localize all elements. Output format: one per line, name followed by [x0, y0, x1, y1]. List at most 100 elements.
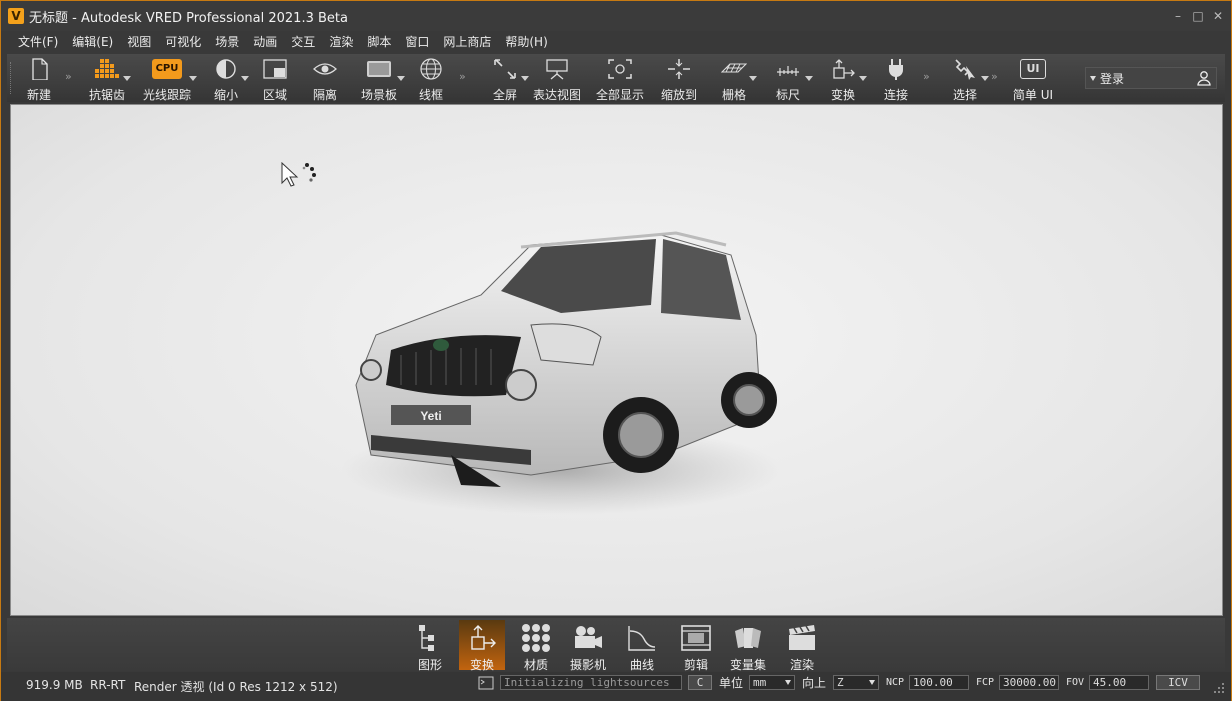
menu-view[interactable]: 视图: [120, 31, 158, 53]
ruler-dropdown-icon[interactable]: [805, 76, 813, 81]
grid-dropdown-icon[interactable]: [749, 76, 757, 81]
antialias-button[interactable]: 抗锯齿: [83, 54, 131, 102]
dock-camera[interactable]: 摄影机: [565, 620, 611, 672]
menu-interaction[interactable]: 交互: [284, 31, 322, 53]
presentation-easel-icon: [546, 59, 568, 80]
antialias-dropdown-icon[interactable]: [123, 76, 131, 81]
license-plate-text: Yeti: [420, 409, 441, 423]
menu-edit[interactable]: 编辑(E): [65, 31, 120, 53]
menu-file[interactable]: 文件(F): [11, 31, 65, 53]
raytracing-label: 光线跟踪: [142, 88, 191, 102]
transform-arrows-icon: [833, 59, 855, 79]
cpu-raytracing-icon: CPU: [152, 59, 182, 79]
region-button[interactable]: 区域: [255, 54, 295, 102]
region-icon: [263, 59, 287, 79]
curve-icon: [628, 626, 656, 651]
connect-label: 连接: [883, 88, 908, 102]
raytracing-dropdown-icon[interactable]: [189, 76, 197, 81]
fov-input[interactable]: 45.00: [1089, 675, 1149, 690]
raytracing-button[interactable]: CPU 光线跟踪: [137, 54, 197, 102]
select-cursor-icon: [955, 59, 975, 80]
transform-icon: [471, 625, 496, 650]
title-bar[interactable]: V 无标题 - Autodesk VRED Professional 2021.…: [1, 1, 1231, 31]
clapperboard-icon: [789, 625, 815, 650]
up-axis-label: 向上: [802, 676, 827, 690]
simple-ui-label: 简单 UI: [1012, 88, 1054, 102]
login-dropdown[interactable]: 登录: [1085, 67, 1217, 89]
simple-ui-button[interactable]: UI 简单 UI: [1007, 54, 1059, 102]
user-icon: [1197, 71, 1211, 86]
fov-label: FOV: [1066, 677, 1085, 688]
select-dropdown-icon[interactable]: [981, 76, 989, 81]
half-circle-icon: [216, 59, 236, 79]
minimize-icon[interactable]: –: [1171, 9, 1185, 23]
scene-plate-icon: [367, 61, 391, 77]
toolbar-grip[interactable]: [10, 62, 13, 94]
dock-render[interactable]: 渲染: [779, 620, 825, 672]
dock-curve-label: 曲线: [629, 658, 654, 672]
scene-panel-button[interactable]: 场景板: [353, 54, 405, 102]
fullscreen-label: 全屏: [492, 88, 517, 102]
unit-select[interactable]: mm: [749, 675, 795, 690]
dock-clip[interactable]: 剪辑: [673, 620, 719, 672]
scene-panel-dropdown-icon[interactable]: [397, 76, 405, 81]
transform-button[interactable]: 变换: [819, 54, 867, 102]
dock-transform[interactable]: 变换: [459, 620, 505, 672]
up-axis-select[interactable]: Z: [833, 675, 879, 690]
select-label: 选择: [952, 88, 977, 102]
menu-scene[interactable]: 场景: [208, 31, 246, 53]
menu-help[interactable]: 帮助(H): [498, 31, 554, 53]
login-chevron-down-icon: [1090, 75, 1096, 81]
new-button[interactable]: 新建: [21, 54, 57, 102]
fcp-label: FCP: [976, 677, 995, 688]
grid-plane-icon: [721, 63, 747, 73]
presentation-button[interactable]: 表达视图: [531, 54, 583, 102]
select-button[interactable]: 选择: [941, 54, 989, 102]
ruler-label: 标尺: [775, 88, 800, 102]
ui-badge-icon: UI: [1020, 59, 1046, 79]
menu-online-store[interactable]: 网上商店: [436, 31, 498, 53]
zoom-to-button[interactable]: 缩放到: [655, 54, 703, 102]
transform-dropdown-icon[interactable]: [859, 76, 867, 81]
fullscreen-dropdown-icon[interactable]: [521, 76, 529, 81]
dock-variant-set[interactable]: 变量集: [725, 620, 771, 672]
menu-animation[interactable]: 动画: [246, 31, 284, 53]
car-model: Yeti: [341, 231, 781, 515]
menu-bar: 文件(F) 编辑(E) 视图 可视化 场景 动画 交互 渲染 脚本 窗口 网上商…: [1, 31, 1231, 53]
ncp-input[interactable]: 100.00: [909, 675, 969, 690]
clear-button[interactable]: C: [688, 675, 712, 690]
fcp-input[interactable]: 30000.00: [999, 675, 1059, 690]
dock-curve[interactable]: 曲线: [619, 620, 665, 672]
menu-window[interactable]: 窗口: [398, 31, 436, 53]
window-title: 无标题 - Autodesk VRED Professional 2021.3 …: [29, 10, 348, 26]
isolate-button[interactable]: 隔离: [305, 54, 345, 102]
connect-button[interactable]: 连接: [877, 54, 915, 102]
maximize-icon[interactable]: □: [1191, 9, 1205, 23]
icv-button[interactable]: ICV: [1156, 675, 1200, 690]
dock-material-label: 材质: [523, 658, 548, 672]
shrink-button[interactable]: 缩小: [203, 54, 249, 102]
wireframe-button[interactable]: 线框: [411, 54, 451, 102]
show-all-frame-icon: [608, 59, 632, 79]
wireframe-label: 线框: [418, 88, 443, 102]
render-viewport[interactable]: Yeti: [10, 104, 1223, 616]
dock-graph[interactable]: 图形: [407, 620, 453, 672]
grid-button[interactable]: 栅格: [711, 54, 757, 102]
unit-label: 单位: [719, 676, 744, 690]
show-all-button[interactable]: 全部显示: [593, 54, 647, 102]
shrink-dropdown-icon[interactable]: [241, 76, 249, 81]
fullscreen-button[interactable]: 全屏: [481, 54, 529, 102]
material-dots-icon: [522, 624, 550, 652]
close-icon[interactable]: ✕: [1211, 9, 1225, 23]
dock-transform-label: 变换: [469, 658, 494, 672]
terminal-icon[interactable]: [478, 676, 494, 690]
ruler-button[interactable]: 标尺: [763, 54, 813, 102]
resize-grip-icon[interactable]: [1213, 682, 1225, 694]
up-axis-chevron-down-icon: [869, 680, 875, 685]
dock-material[interactable]: 材质: [513, 620, 559, 672]
render-info: Render 透视 (Id 0 Res 1212 x 512): [134, 680, 338, 694]
menu-render[interactable]: 渲染: [322, 31, 360, 53]
application-window: V 无标题 - Autodesk VRED Professional 2021.…: [0, 0, 1232, 701]
menu-script[interactable]: 脚本: [360, 31, 398, 53]
menu-visualize[interactable]: 可视化: [158, 31, 208, 53]
